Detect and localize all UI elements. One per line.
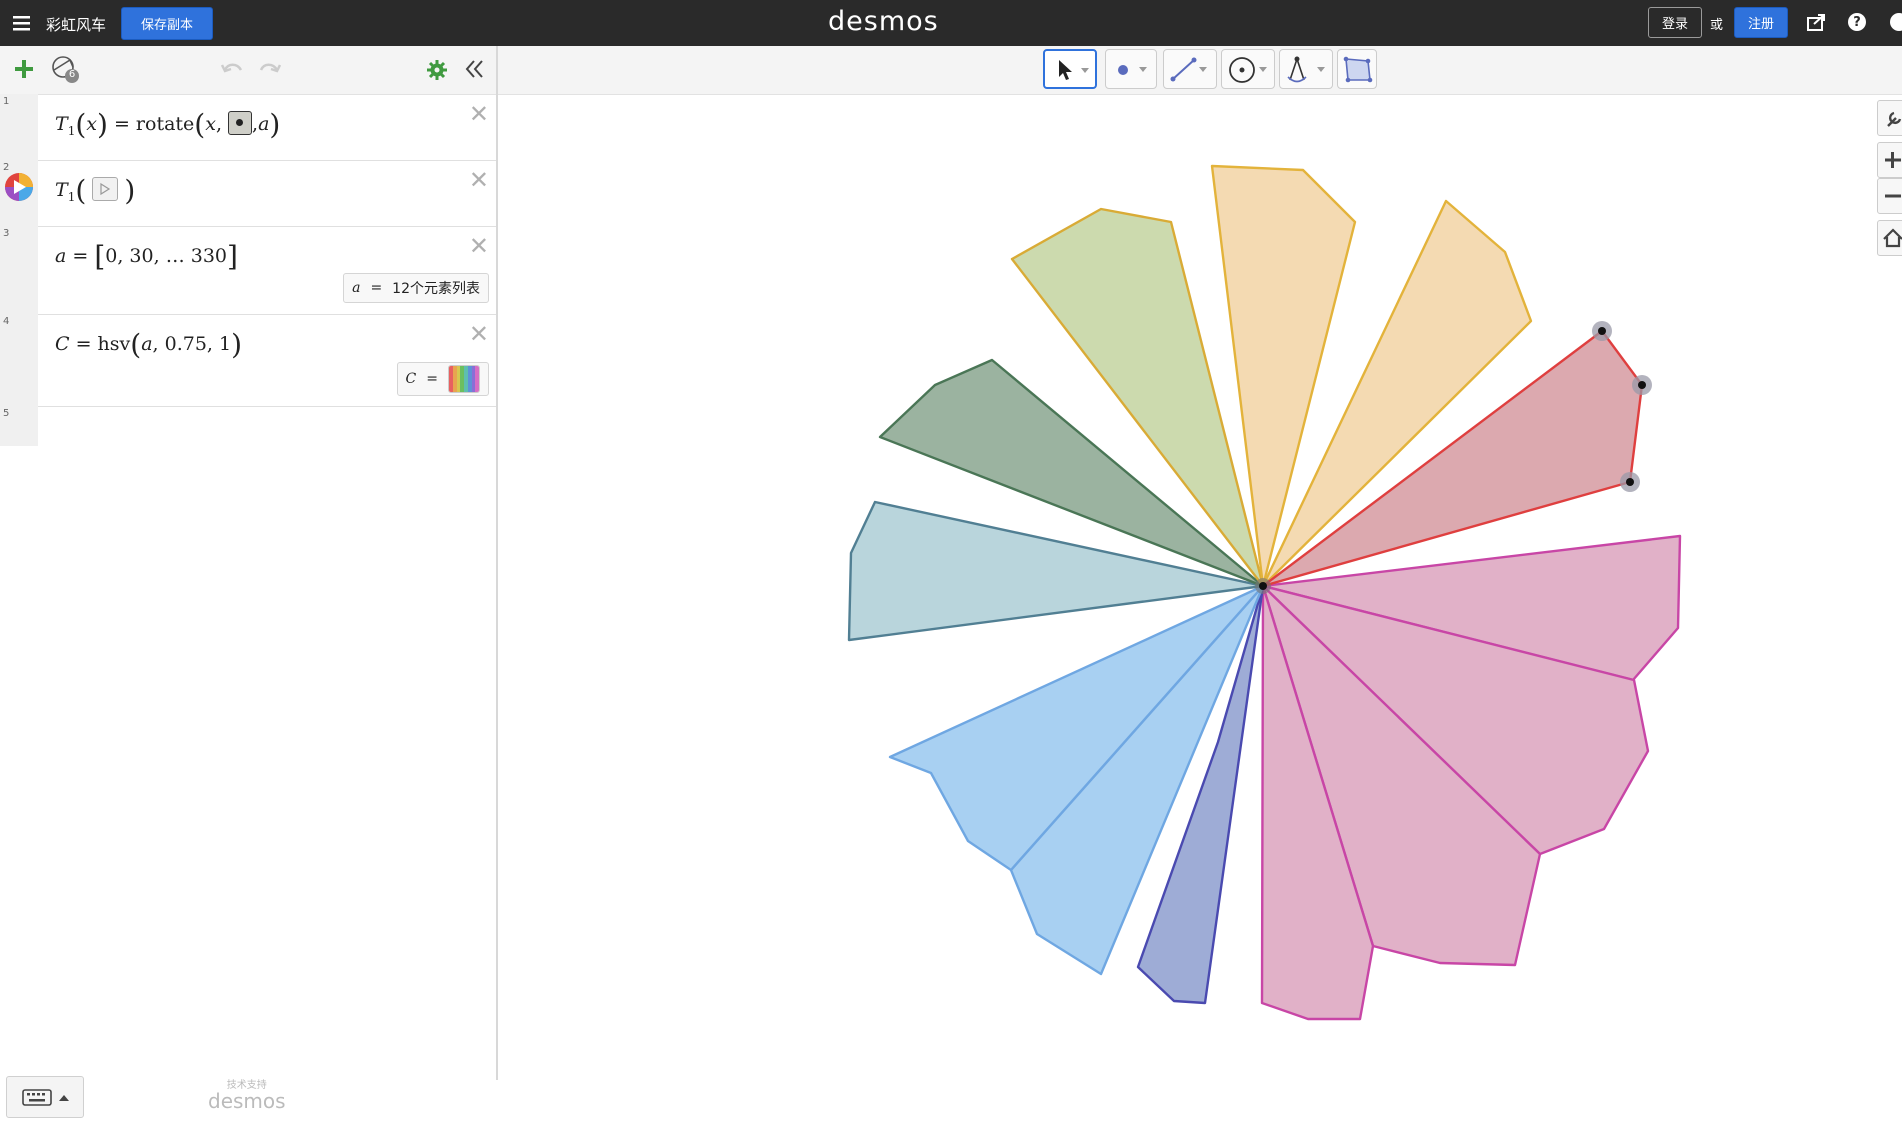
vertex-point[interactable] <box>1626 478 1634 486</box>
graph-canvas[interactable] <box>498 94 1902 1080</box>
eval-value: 12个元素列表 <box>392 281 480 297</box>
color-evaluation-box: C = <box>396 362 489 396</box>
point-icon <box>1118 65 1147 75</box>
share-icon[interactable] <box>1806 12 1828 36</box>
expression-latex-2[interactable]: T1( ) <box>55 174 135 207</box>
menu-icon[interactable] <box>12 13 32 33</box>
rotate-angle: a <box>258 113 270 135</box>
graph-panel[interactable] <box>498 46 1902 1080</box>
rotate-x: x <box>205 113 216 135</box>
settings-gear-icon[interactable] <box>426 59 448 85</box>
collapse-panel-icon[interactable] <box>463 58 485 84</box>
geometry-layers-icon[interactable]: 6 <box>50 54 84 90</box>
plus-icon <box>1885 152 1901 168</box>
polygon-tool[interactable] <box>1337 49 1377 89</box>
expression-panel: 6 1 T1(x) = rotate(x, ,a) ✕ 2 T1() ✕ 3 … <box>0 46 498 1118</box>
home-icon <box>1883 228 1902 248</box>
expression-row-3[interactable]: 3 a = [0, 30, … 330] ✕ a = 12个元素列表 <box>0 226 496 315</box>
circle-icon <box>1229 57 1267 83</box>
signup-button[interactable]: 注册 <box>1734 7 1788 38</box>
zoom-in-button[interactable] <box>1877 142 1902 178</box>
powered-by-logo: desmos <box>208 1089 286 1113</box>
compass-icon <box>1287 56 1325 83</box>
vertex-point[interactable] <box>1638 381 1646 389</box>
save-copy-button[interactable]: 保存副本 <box>121 7 213 40</box>
expression-row-1[interactable]: 1 T1(x) = rotate(x, ,a) ✕ <box>0 94 496 161</box>
keyboard-toggle-button[interactable] <box>6 1076 84 1118</box>
pointer-icon <box>1059 60 1089 80</box>
wrench-icon <box>1887 111 1902 127</box>
segment-tool[interactable] <box>1163 49 1217 89</box>
powered-by: 技术支持 desmos <box>208 1076 286 1113</box>
eval-variable: C <box>405 371 417 387</box>
expression-row-2[interactable]: 2 T1( ) ✕ <box>0 160 496 227</box>
delete-expression-icon[interactable]: ✕ <box>469 168 489 192</box>
color-variable: C <box>55 333 70 355</box>
eval-equals: = <box>370 280 383 296</box>
rotate-op: rotate <box>135 113 195 135</box>
top-bar: 彩虹风车 保存副本 desmos 登录 或 注册 ? <box>0 0 1902 46</box>
geometry-toolbar <box>498 46 1902 95</box>
expression-toolbar: 6 <box>0 46 496 95</box>
circle-tool[interactable] <box>1221 49 1275 89</box>
default-view-button[interactable] <box>1877 220 1902 256</box>
list-contents: 0, 30, … 330 <box>105 245 227 267</box>
expression-number: 4 <box>3 316 10 327</box>
delete-expression-icon[interactable]: ✕ <box>469 102 489 126</box>
add-expression-icon[interactable] <box>13 58 35 84</box>
polygon-icon <box>1343 56 1373 83</box>
select-tool[interactable] <box>1043 49 1097 89</box>
redo-icon[interactable] <box>258 60 282 82</box>
expression-latex-4[interactable]: C = hsv(a, 0.75, 1) <box>55 328 242 361</box>
expression-latex-3[interactable]: a = [0, 30, … 330] <box>55 240 238 273</box>
or-label: 或 <box>1710 18 1724 33</box>
login-button[interactable]: 登录 <box>1648 7 1702 38</box>
segment-icon <box>1170 57 1207 82</box>
delete-expression-icon[interactable]: ✕ <box>469 234 489 258</box>
function-name: T <box>55 113 68 135</box>
vertex-point[interactable] <box>1598 327 1606 335</box>
eval-variable: a <box>352 280 361 296</box>
eval-equals: = <box>426 371 438 387</box>
list-variable: a <box>55 245 67 267</box>
expression-gutter: 1 <box>0 94 38 160</box>
undo-icon[interactable] <box>220 60 244 82</box>
expression-gutter: 3 <box>0 226 38 314</box>
graph-settings-button[interactable] <box>1877 100 1902 136</box>
polygon-token-icon <box>92 177 119 201</box>
compass-tool[interactable] <box>1279 49 1333 89</box>
point-tool[interactable] <box>1105 49 1157 89</box>
keyboard-icon <box>22 1089 69 1106</box>
minus-icon <box>1885 194 1901 198</box>
function-name: T <box>55 179 68 201</box>
expression-number: 3 <box>3 228 10 239</box>
help-icon[interactable]: ? <box>1848 13 1866 31</box>
expression-number: 1 <box>3 96 10 107</box>
expression-gutter: 4 <box>0 314 38 406</box>
zoom-out-button[interactable] <box>1877 178 1902 214</box>
desmos-logo: desmos <box>828 6 939 37</box>
hsv-function: hsv <box>97 333 131 355</box>
graph-title[interactable]: 彩虹风车 <box>46 14 106 35</box>
delete-expression-icon[interactable]: ✕ <box>469 322 489 346</box>
point-token-icon <box>228 111 253 135</box>
color-swatch-list[interactable] <box>448 365 480 393</box>
list-evaluation-box: a = 12个元素列表 <box>343 273 489 303</box>
layers-count-badge: 6 <box>68 69 76 80</box>
center-point[interactable] <box>1259 582 1267 590</box>
expression-number: 5 <box>3 408 10 419</box>
function-arg: x <box>86 113 97 135</box>
expression-latex-1[interactable]: T1(x) = rotate(x, ,a) <box>55 108 280 141</box>
expression-row-4[interactable]: 4 C = hsv(a, 0.75, 1) ✕ C = <box>0 314 496 407</box>
expression-row-5[interactable]: 5 <box>0 406 496 446</box>
rainbow-color-icon[interactable] <box>4 172 34 202</box>
hsv-args-rest: , 0.75, 1 <box>152 333 232 355</box>
hsv-arg: a <box>141 333 153 355</box>
expression-gutter: 2 <box>0 160 38 226</box>
expression-gutter: 5 <box>0 406 38 446</box>
globe-icon[interactable] <box>1890 13 1902 31</box>
